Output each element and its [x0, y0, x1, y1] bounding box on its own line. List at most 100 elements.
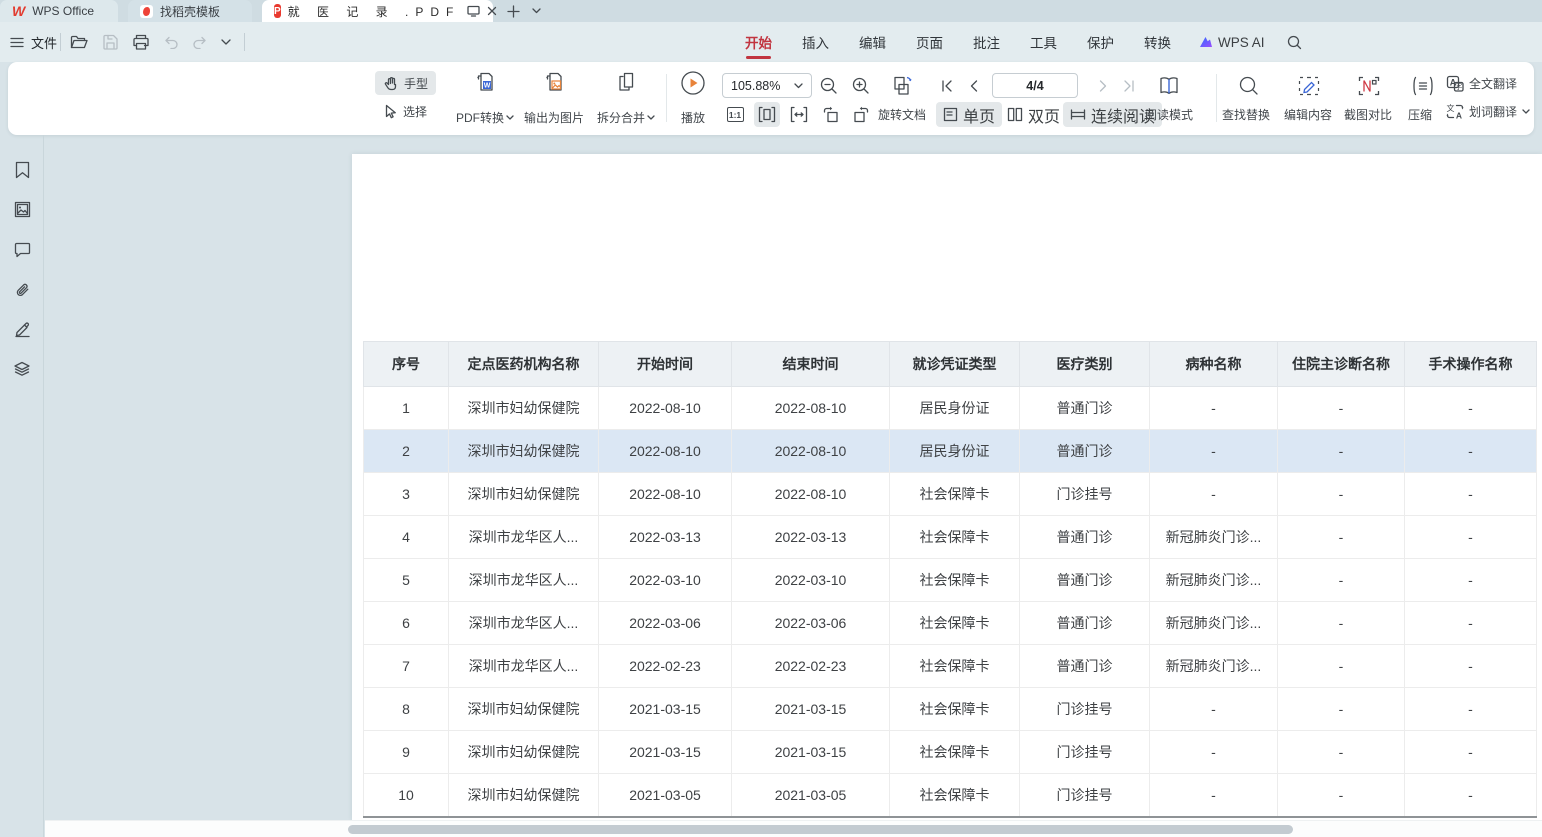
table-cell: 社会保障卡 [890, 473, 1020, 516]
column-header: 就诊凭证类型 [890, 342, 1020, 387]
table-cell: 2022-03-06 [599, 602, 732, 645]
zoom-out-button[interactable] [816, 73, 842, 99]
table-cell: 普通门诊 [1020, 387, 1150, 430]
split-merge-icon [614, 70, 638, 94]
table-cell: 社会保障卡 [890, 602, 1020, 645]
table-cell: - [1150, 688, 1278, 731]
compress-icon-button[interactable] [1408, 73, 1438, 99]
new-tab-plus-icon[interactable] [507, 5, 520, 18]
fit-page-button[interactable] [786, 102, 812, 127]
table-cell: 2022-03-06 [732, 602, 890, 645]
pdf-page[interactable]: 序号定点医药机构名称开始时间结束时间就诊凭证类型医疗类别病种名称住院主诊断名称手… [352, 154, 1542, 820]
next-page-button[interactable] [1092, 75, 1114, 97]
rotate-document-label[interactable]: 旋转文档 [878, 108, 926, 122]
export-image-button[interactable]: 输出为图片 [520, 69, 588, 127]
page-number-input[interactable]: 4/4 [992, 73, 1078, 98]
file-menu-button[interactable]: 文件 [10, 22, 57, 62]
table-cell: - [1150, 731, 1278, 774]
fit-width-button[interactable] [754, 102, 780, 127]
screenshot-compare-icon-button[interactable] [1354, 73, 1384, 99]
undo-icon[interactable] [163, 36, 179, 49]
table-cell: 新冠肺炎门诊... [1150, 645, 1278, 688]
actual-size-button[interactable]: 1:1 [722, 102, 748, 127]
table-cell: - [1405, 645, 1537, 688]
chevron-down-icon [506, 115, 514, 120]
tab-wps-office[interactable]: W WPS Office [0, 0, 118, 22]
menu-tab-tools[interactable]: 工具 [1015, 22, 1072, 62]
table-cell: 2022-08-10 [732, 430, 890, 473]
bookmark-icon[interactable] [12, 160, 32, 180]
quick-access-chevron-icon[interactable] [221, 39, 231, 45]
table-cell: 普通门诊 [1020, 645, 1150, 688]
tab-document-active[interactable]: P 就 医 记 录 .PDF [262, 0, 493, 22]
edit-content-icon-button[interactable] [1294, 73, 1324, 99]
table-cell: 2021-03-15 [599, 731, 732, 774]
table-cell: 普通门诊 [1020, 602, 1150, 645]
wps-ai-label: WPS AI [1218, 35, 1265, 50]
open-file-icon[interactable] [70, 34, 89, 50]
screen-share-icon[interactable] [467, 5, 480, 17]
table-row: 1深圳市妇幼保健院2022-08-102022-08-10居民身份证普通门诊--… [364, 387, 1537, 430]
menu-tab-convert[interactable]: 转换 [1129, 22, 1186, 62]
annotation-pen-icon[interactable] [12, 319, 32, 339]
full-translate-button[interactable]: A字 全文翻译 [1446, 75, 1517, 92]
horizontal-scrollbar-thumb[interactable] [348, 825, 1293, 834]
menu-tab-page[interactable]: 页面 [901, 22, 958, 62]
table-cell: 居民身份证 [890, 387, 1020, 430]
find-replace-label[interactable]: 查找替换 [1222, 108, 1270, 122]
screenshot-compare-label[interactable]: 截图对比 [1344, 108, 1392, 122]
tab-docer-templates[interactable]: 找稻壳模板 [128, 0, 252, 22]
rotate-document-icon-button[interactable] [888, 73, 918, 99]
find-replace-icon-button[interactable] [1234, 73, 1264, 99]
word-translate-label: 划词翻译 [1469, 103, 1517, 120]
first-page-button[interactable] [936, 75, 958, 97]
thumbnail-image-icon[interactable] [12, 199, 32, 219]
print-icon[interactable] [132, 34, 150, 50]
zoom-in-button[interactable] [848, 73, 874, 99]
table-cell: 社会保障卡 [890, 688, 1020, 731]
menu-tab-protect[interactable]: 保护 [1072, 22, 1129, 62]
comment-icon[interactable] [12, 240, 32, 260]
tab-document-label: 就 医 记 录 .PDF [288, 3, 461, 20]
redo-icon[interactable] [192, 36, 208, 49]
menu-tab-comment[interactable]: 批注 [958, 22, 1015, 62]
menu-search-icon[interactable] [1277, 22, 1312, 62]
table-cell: 社会保障卡 [890, 731, 1020, 774]
layers-icon[interactable] [12, 359, 32, 379]
rotate-left-button[interactable] [818, 102, 844, 127]
rotate-right-button[interactable] [848, 102, 874, 127]
menu-tab-edit[interactable]: 编辑 [844, 22, 901, 62]
table-cell: 4 [364, 516, 449, 559]
play-button[interactable]: 播放 [676, 69, 710, 127]
tab-list-chevron-icon[interactable] [532, 8, 541, 14]
table-row: 2深圳市妇幼保健院2022-08-102022-08-10居民身份证普通门诊--… [364, 430, 1537, 473]
table-cell: 1 [364, 387, 449, 430]
read-mode-icon-button[interactable] [1156, 73, 1186, 99]
menu-tab-home[interactable]: 开始 [730, 22, 787, 62]
table-cell: 新冠肺炎门诊... [1150, 602, 1278, 645]
compress-label[interactable]: 压缩 [1408, 108, 1432, 122]
table-cell: - [1405, 688, 1537, 731]
horizontal-scrollbar[interactable] [45, 820, 1542, 837]
select-tool-button[interactable]: 选择 [375, 99, 436, 123]
save-icon[interactable] [102, 34, 119, 50]
table-cell: 门诊挂号 [1020, 473, 1150, 516]
pdf-convert-button[interactable]: W PDF转换 [452, 69, 518, 127]
split-merge-button[interactable]: 拆分合并 [593, 69, 659, 127]
table-cell: - [1278, 387, 1405, 430]
hand-tool-button[interactable]: 手型 [375, 71, 436, 95]
menu-tab-insert[interactable]: 插入 [787, 22, 844, 62]
last-page-button[interactable] [1118, 75, 1140, 97]
table-cell: 门诊挂号 [1020, 774, 1150, 817]
single-page-button[interactable]: 单页 [936, 102, 1002, 127]
edit-content-label[interactable]: 编辑内容 [1284, 108, 1332, 122]
read-mode-label[interactable]: 阅读模式 [1145, 108, 1193, 122]
zoom-level-select[interactable]: 105.88% [722, 73, 812, 98]
close-tab-icon[interactable] [487, 6, 497, 16]
continuous-read-icon [1070, 107, 1086, 122]
word-translate-button[interactable]: 文A 划词翻译 [1446, 103, 1530, 120]
attachment-icon[interactable] [12, 280, 32, 300]
menu-tab-wps-ai[interactable]: WPS AI [1186, 22, 1277, 62]
prev-page-button[interactable] [962, 75, 984, 97]
table-cell: 深圳市龙华区人... [449, 516, 599, 559]
